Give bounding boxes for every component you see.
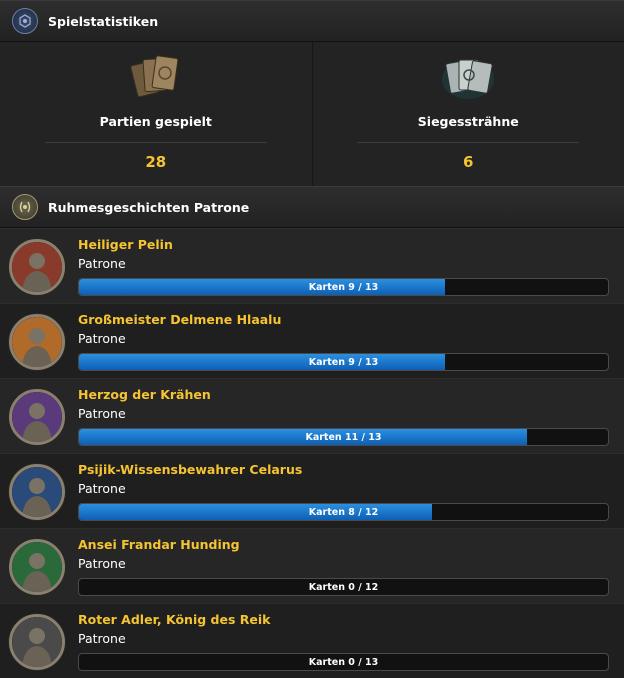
progress-bar: Karten 8 / 12 (78, 503, 609, 521)
patron-portrait (9, 539, 65, 595)
stats-title: Spielstatistiken (48, 14, 158, 29)
patron-name: Heiliger Pelin (78, 237, 173, 252)
divider (357, 142, 579, 143)
patron-portrait (9, 614, 65, 670)
stat-value: 6 (463, 153, 473, 171)
patron-name: Großmeister Delmene Hlaalu (78, 312, 281, 327)
patron-name: Ansei Frandar Hunding (78, 537, 240, 552)
progress-bar: Karten 0 / 12 (78, 578, 609, 596)
stat-label: Partien gespielt (100, 114, 212, 129)
stat-win-streak: Siegessträhne 6 (312, 42, 624, 186)
progress-label: Karten 9 / 13 (79, 279, 608, 295)
patron-subtitle: Patrone (78, 331, 126, 346)
patron-subtitle: Patrone (78, 631, 126, 646)
patron-subtitle: Patrone (78, 406, 126, 421)
glowing-cards-icon (438, 50, 498, 106)
stat-value: 28 (145, 153, 166, 171)
progress-bar: Karten 0 / 13 (78, 653, 609, 671)
patron-subtitle: Patrone (78, 556, 126, 571)
patron-name: Herzog der Krähen (78, 387, 211, 402)
stats-panel: Partien gespielt 28 Siegessträhne 6 (0, 42, 624, 186)
patron-name: Psijik-Wissensbewahrer Celarus (78, 462, 302, 477)
patrons-header: Ruhmesgeschichten Patrone (0, 186, 624, 228)
patron-row[interactable]: Großmeister Delmene Hlaalu Patrone Karte… (0, 303, 624, 378)
progress-label: Karten 8 / 12 (79, 504, 608, 520)
patrons-title: Ruhmesgeschichten Patrone (48, 200, 249, 215)
laurel-icon (12, 194, 38, 220)
patron-subtitle: Patrone (78, 481, 126, 496)
patron-portrait (9, 314, 65, 370)
emblem-icon (12, 8, 38, 34)
divider (45, 142, 267, 143)
progress-label: Karten 9 / 13 (79, 354, 608, 370)
patron-row[interactable]: Heiliger Pelin Patrone Karten 9 / 13 (0, 228, 624, 303)
patron-name: Roter Adler, König des Reik (78, 612, 270, 627)
progress-bar: Karten 9 / 13 (78, 278, 609, 296)
stats-header: Spielstatistiken (0, 0, 624, 42)
patron-row[interactable]: Herzog der Krähen Patrone Karten 11 / 13 (0, 378, 624, 453)
patron-subtitle: Patrone (78, 256, 126, 271)
card-backs-icon (128, 50, 184, 106)
progress-bar: Karten 11 / 13 (78, 428, 609, 446)
stat-games-played: Partien gespielt 28 (0, 42, 312, 186)
patron-row[interactable]: Psijik-Wissensbewahrer Celarus Patrone K… (0, 453, 624, 528)
patron-list: Heiliger Pelin Patrone Karten 9 / 13 Gro… (0, 228, 624, 678)
patron-portrait (9, 464, 65, 520)
progress-label: Karten 11 / 13 (79, 429, 608, 445)
patron-portrait (9, 239, 65, 295)
progress-bar: Karten 9 / 13 (78, 353, 609, 371)
patron-portrait (9, 389, 65, 445)
patron-row[interactable]: Ansei Frandar Hunding Patrone Karten 0 /… (0, 528, 624, 603)
progress-label: Karten 0 / 13 (79, 654, 608, 670)
stat-label: Siegessträhne (418, 114, 519, 129)
patron-row[interactable]: Roter Adler, König des Reik Patrone Kart… (0, 603, 624, 678)
progress-label: Karten 0 / 12 (79, 579, 608, 595)
